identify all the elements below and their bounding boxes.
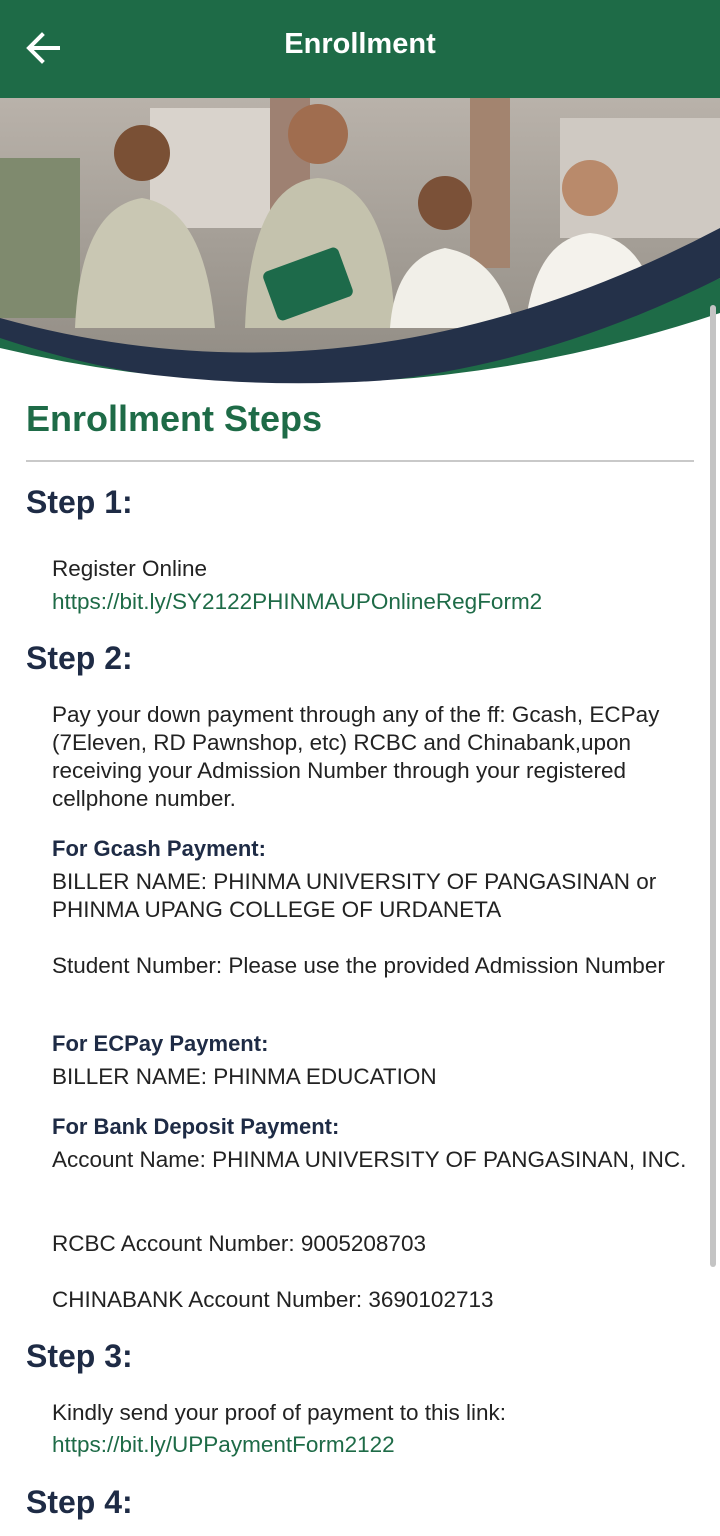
bank-account-name: Account Name: PHINMA UNIVERSITY OF PANGA… — [52, 1147, 687, 1172]
section-heading: Enrollment Steps — [26, 398, 323, 439]
bank-heading: For Bank Deposit Payment: — [52, 1114, 340, 1139]
step-4-title: Step 4: — [26, 1484, 133, 1520]
page-title: Enrollment — [284, 28, 436, 60]
hero-banner-image — [0, 98, 720, 388]
gcash-student-number: Student Number: Please use the provided … — [52, 953, 665, 978]
step-3-title: Step 3: — [26, 1338, 133, 1374]
ecpay-biller: BILLER NAME: PHINMA EDUCATION — [52, 1064, 437, 1089]
step-2-title: Step 2: — [26, 640, 133, 676]
gcash-heading: For Gcash Payment: — [52, 836, 266, 861]
rcbc-account-number: RCBC Account Number: 9005208703 — [52, 1231, 426, 1256]
step-1-text: Register Online — [52, 556, 208, 581]
step-3-text: Kindly send your proof of payment to thi… — [52, 1400, 506, 1425]
app-bar: Enrollment — [0, 0, 720, 98]
payment-form-link[interactable]: https://bit.ly/UPPaymentForm2122 — [52, 1431, 395, 1459]
step-1-title: Step 1: — [26, 484, 133, 520]
registration-link[interactable]: https://bit.ly/SY2122PHINMAUPOnlineRegFo… — [52, 588, 542, 616]
scrollbar[interactable] — [710, 305, 716, 1267]
chinabank-account-number: CHINABANK Account Number: 3690102713 — [52, 1287, 494, 1312]
gcash-biller: BILLER NAME: PHINMA UNIVERSITY OF PANGAS… — [52, 869, 657, 922]
divider — [26, 460, 694, 462]
ecpay-heading: For ECPay Payment: — [52, 1031, 269, 1056]
step-2-intro: Pay your down payment through any of the… — [52, 702, 660, 811]
